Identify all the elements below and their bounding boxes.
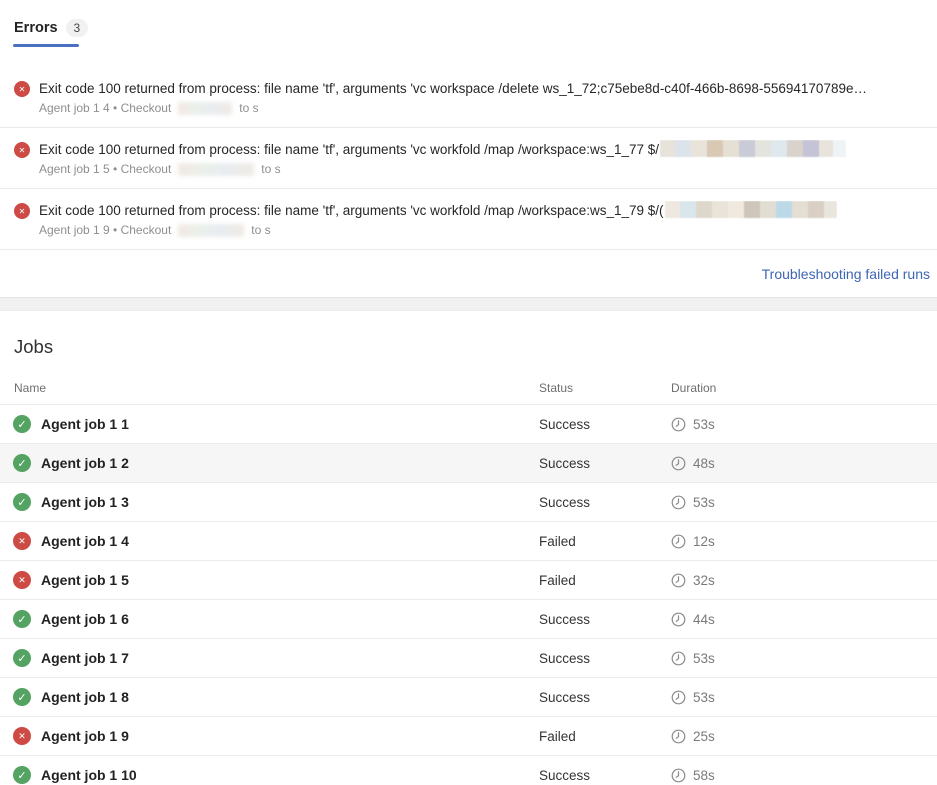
job-duration: 53s	[693, 494, 715, 510]
job-duration: 25s	[693, 728, 715, 744]
job-status: Success	[539, 416, 591, 432]
success-icon	[13, 649, 31, 667]
job-name[interactable]: Agent job 1 9	[41, 728, 129, 744]
table-row[interactable]: Agent job 1 3 Success 53s	[0, 483, 937, 522]
clock-icon	[671, 495, 686, 509]
clock-icon	[671, 612, 686, 626]
tab-errors[interactable]: Errors 3	[14, 19, 89, 37]
error-message: Exit code 100 returned from process: fil…	[39, 203, 664, 218]
error-item[interactable]: Exit code 100 returned from process: fil…	[0, 67, 937, 128]
job-name[interactable]: Agent job 1 1	[41, 416, 129, 432]
job-duration: 12s	[693, 533, 715, 549]
failed-icon	[13, 727, 31, 745]
job-duration: 58s	[693, 767, 715, 783]
error-source: Agent job 1 4 • Checkout	[39, 101, 172, 115]
table-row[interactable]: Agent job 1 7 Success 53s	[0, 639, 937, 678]
job-name[interactable]: Agent job 1 6	[41, 611, 129, 627]
clock-icon	[671, 651, 686, 665]
table-row[interactable]: Agent job 1 1 Success 53s	[0, 405, 937, 444]
table-row[interactable]: Agent job 1 10 Success 58s	[0, 756, 937, 785]
job-duration: 44s	[693, 611, 715, 627]
job-name[interactable]: Agent job 1 5	[41, 572, 129, 588]
error-item[interactable]: Exit code 100 returned from process: fil…	[0, 128, 937, 189]
job-name[interactable]: Agent job 1 8	[41, 689, 129, 705]
job-duration: 53s	[693, 416, 715, 432]
clock-icon	[671, 534, 686, 548]
job-status: Failed	[539, 728, 576, 744]
error-source-suffix: to s	[251, 223, 271, 237]
clock-icon	[671, 690, 686, 704]
error-item[interactable]: Exit code 100 returned from process: fil…	[0, 189, 937, 250]
success-icon	[13, 610, 31, 628]
clock-icon	[671, 768, 686, 782]
errors-count-badge: 3	[65, 19, 89, 37]
table-row[interactable]: Agent job 1 9 Failed 25s	[0, 717, 937, 756]
job-status: Success	[539, 767, 591, 783]
job-status: Failed	[539, 533, 576, 549]
success-icon	[13, 415, 31, 433]
job-duration: 53s	[693, 650, 715, 666]
error-footer: Troubleshooting failed runs	[0, 250, 937, 298]
clock-icon	[671, 573, 686, 587]
redacted-blur	[178, 163, 255, 177]
tab-bar: Errors 3	[0, 0, 937, 67]
error-message: Exit code 100 returned from process: fil…	[39, 142, 660, 157]
failed-icon	[13, 571, 31, 589]
error-icon	[14, 81, 30, 97]
job-name[interactable]: Agent job 1 7	[41, 650, 129, 666]
table-row[interactable]: Agent job 1 5 Failed 32s	[0, 561, 937, 600]
column-header-status[interactable]: Status	[539, 381, 671, 395]
job-name[interactable]: Agent job 1 2	[41, 455, 129, 471]
clock-icon	[671, 417, 686, 431]
jobs-table-header: Name Status Duration	[0, 381, 937, 405]
clock-icon	[671, 456, 686, 470]
redacted-blur	[664, 201, 837, 218]
failed-icon	[13, 532, 31, 550]
error-source-suffix: to s	[239, 101, 259, 115]
jobs-table-body: Agent job 1 1 Success 53s Agent job 1 2 …	[0, 405, 937, 785]
job-name[interactable]: Agent job 1 4	[41, 533, 129, 549]
job-status: Success	[539, 455, 591, 471]
error-source: Agent job 1 5 • Checkout	[39, 162, 172, 176]
error-icon	[14, 203, 30, 219]
job-status: Success	[539, 611, 591, 627]
troubleshooting-link[interactable]: Troubleshooting failed runs	[762, 266, 930, 282]
success-icon	[13, 688, 31, 706]
job-duration: 32s	[693, 572, 715, 588]
table-row[interactable]: Agent job 1 8 Success 53s	[0, 678, 937, 717]
success-icon	[13, 766, 31, 784]
job-name[interactable]: Agent job 1 3	[41, 494, 129, 510]
job-status: Success	[539, 689, 591, 705]
job-name[interactable]: Agent job 1 10	[41, 767, 137, 783]
tab-errors-label: Errors	[14, 20, 58, 36]
redacted-blur	[178, 224, 245, 238]
table-row[interactable]: Agent job 1 2 Success 48s	[0, 444, 937, 483]
table-row[interactable]: Agent job 1 6 Success 44s	[0, 600, 937, 639]
clock-icon	[671, 729, 686, 743]
job-duration: 53s	[693, 689, 715, 705]
error-source-suffix: to s	[261, 162, 281, 176]
success-icon	[13, 454, 31, 472]
section-divider	[0, 298, 937, 311]
job-status: Success	[539, 494, 591, 510]
job-status: Failed	[539, 572, 576, 588]
redacted-blur	[660, 140, 847, 157]
column-header-name[interactable]: Name	[0, 381, 539, 395]
errors-panel: Errors 3 Exit code 100 returned from pro…	[0, 0, 937, 298]
table-row[interactable]: Agent job 1 4 Failed 12s	[0, 522, 937, 561]
error-icon	[14, 142, 30, 158]
job-duration: 48s	[693, 455, 715, 471]
active-tab-underline	[13, 44, 79, 47]
success-icon	[13, 493, 31, 511]
jobs-section-title: Jobs	[14, 336, 54, 357]
error-message: Exit code 100 returned from process: fil…	[39, 81, 867, 96]
jobs-panel: Jobs Name Status Duration Agent job 1 1 …	[0, 311, 937, 785]
error-source: Agent job 1 9 • Checkout	[39, 223, 172, 237]
job-status: Success	[539, 650, 591, 666]
redacted-blur	[178, 102, 233, 116]
column-header-duration[interactable]: Duration	[671, 381, 937, 395]
